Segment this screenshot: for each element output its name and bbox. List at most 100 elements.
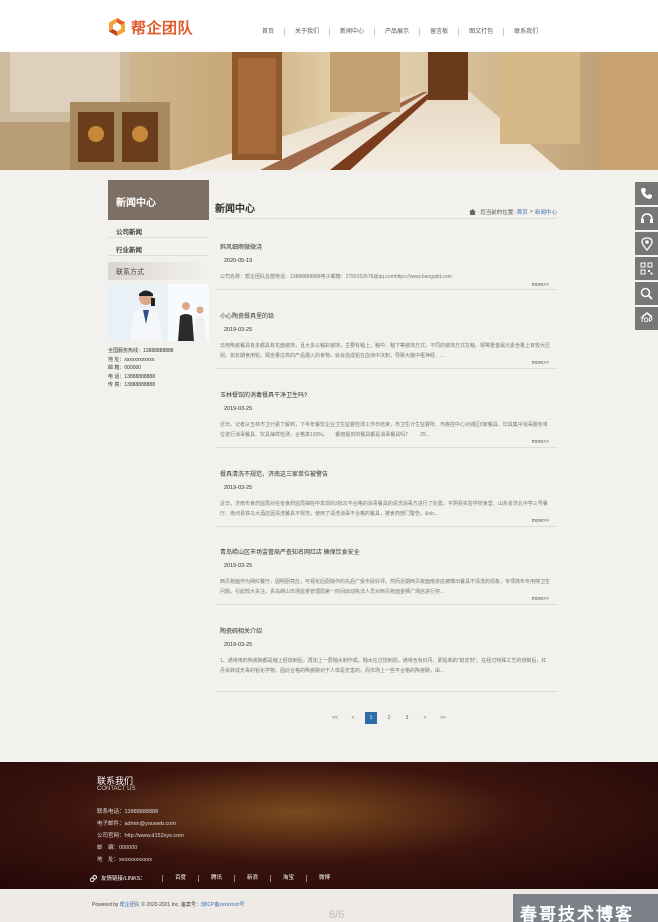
nav-item-about[interactable]: 关于我们 xyxy=(284,28,329,36)
nav-item-guestbook[interactable]: 留言板 xyxy=(419,28,458,36)
banner-image xyxy=(0,52,658,170)
more-link[interactable]: more>> xyxy=(532,439,549,445)
news-summary: 公司名称：帮企团队总部电话：13888888888电子邮箱：2759152676… xyxy=(220,274,452,280)
news-summary: 近日，记者从玉林市卫计委了解到，下半年餐饮企业卫生监督检测工作日结束，市卫生计生… xyxy=(220,422,548,438)
search-button[interactable] xyxy=(635,282,658,305)
qrcode-button[interactable] xyxy=(635,257,658,280)
friend-link-weibo[interactable]: 微博 xyxy=(306,874,342,882)
contact-hotline: 全国服务热线：13888888888 xyxy=(108,348,174,354)
sidebar-item-company-news[interactable]: 公司新闻 xyxy=(108,220,209,238)
contact-photo xyxy=(108,284,209,341)
phone-button[interactable] xyxy=(635,182,658,205)
footer-website: 公司官网：http://www.d152xys.com xyxy=(97,833,184,839)
copyright-brand-link[interactable]: 帮企团队 xyxy=(120,902,140,908)
more-link[interactable]: more>> xyxy=(532,282,549,288)
friend-link-tencent[interactable]: 腾讯 xyxy=(197,874,234,882)
news-date: 2020-05-19 xyxy=(224,258,253,264)
news-item: 陶瓷碗相关介绍 2019-03-25 1、通常用的陶瓷碗都是釉上经烧制后，再加上… xyxy=(215,626,557,692)
friend-link-baidu[interactable]: 百度 xyxy=(161,874,198,882)
sidebar: 新闻中心 公司新闻 行业新闻 联系方式 全国服务热线：13888888888 地… xyxy=(108,180,209,390)
watermark-text: 春哥技术博客 xyxy=(520,905,634,922)
friend-links: 友情链接/LINKS： 百度 腾讯 新浪 淘宝 微博 xyxy=(90,874,342,882)
breadcrumb: 您当前的位置: 首页 > 新闻中心 xyxy=(469,208,557,216)
breadcrumb-separator: > xyxy=(529,209,533,215)
site-header: 帮企团队 首页 关于我们 新闻中心 产品展示 留言板 图文打包 联系我们 xyxy=(0,0,658,52)
news-date: 2019-03-25 xyxy=(224,406,253,412)
logo[interactable]: 帮企团队 xyxy=(107,16,193,38)
pager-first[interactable]: << xyxy=(329,712,341,724)
logo-mark-icon xyxy=(109,18,125,36)
sidebar-title: 新闻中心 xyxy=(108,180,209,220)
home-icon xyxy=(469,209,477,215)
floating-toolbar: TOP xyxy=(635,182,658,332)
news-item: 小心陶瓷餐具里的铅 2019-03-25 日用陶瓷餐具有多都具有花面装饰，且大多… xyxy=(215,311,557,369)
news-summary: 近日，济南市食药监局对在省食药监局抽检中发现的3批次不合格的消毒餐具的清洗消毒方… xyxy=(220,501,548,517)
pager-prev[interactable]: < xyxy=(347,712,359,724)
copyright-prefix: Powered by xyxy=(92,902,120,908)
nav-item-contact[interactable]: 联系我们 xyxy=(503,28,548,36)
nav-item-gallery[interactable]: 图文打包 xyxy=(458,28,503,36)
nav-item-home[interactable]: 首页 xyxy=(252,28,284,36)
news-summary: 1、通常用的陶瓷碗都是釉上经烧制后，再加上一层釉水制作成。釉水在过烧制前，通常含… xyxy=(220,658,547,674)
icp-link[interactable]: 琼ICP备xxxxxxxx号 xyxy=(201,902,244,908)
main-nav: 首页 关于我们 新闻中心 产品展示 留言板 图文打包 联系我们 xyxy=(252,28,548,36)
back-to-top-button[interactable]: TOP xyxy=(635,307,658,330)
news-item: 餐具清洗不规范，济南这三家单位被警告 2019-03-25 近日，济南市食药监局… xyxy=(215,469,557,527)
copyright-text: Powered by 帮企团队 © 2020-2021 Inc. 备案号：琼IC… xyxy=(92,901,244,908)
footer-address: 地 址：xxxxxxxxxxxx xyxy=(97,857,153,863)
search-icon xyxy=(640,287,653,300)
news-date: 2019-03-25 xyxy=(224,642,253,648)
customer-service-button[interactable] xyxy=(635,207,658,230)
news-date: 2019-03-25 xyxy=(224,563,253,569)
breadcrumb-label: 您当前的位置: xyxy=(480,210,515,216)
qrcode-icon xyxy=(640,262,653,275)
news-title-link[interactable]: 陶瓷碗相关介绍 xyxy=(220,626,262,635)
pager-page-1[interactable]: 1 xyxy=(365,712,377,724)
breadcrumb-home-link[interactable]: 首页 xyxy=(517,208,528,216)
contact-address: 地 址：xxxxxxxxxxxx xyxy=(108,356,155,363)
site-footer: 联系我们 CONTACT US 联系电话：13888888888 电子邮件：ad… xyxy=(0,762,658,889)
news-item: 斜风细雨微微浇 2020-05-19 公司名称：帮企团队总部电话：1388888… xyxy=(215,242,557,290)
news-title-link[interactable]: 小心陶瓷餐具里的铅 xyxy=(220,311,274,320)
pager-last[interactable]: >> xyxy=(437,712,449,724)
pager-page-2[interactable]: 2 xyxy=(383,712,395,724)
headset-icon xyxy=(640,212,653,223)
footer-email: 电子邮件：admin@youweb.com xyxy=(97,821,176,827)
more-link[interactable]: more>> xyxy=(532,596,549,602)
nav-item-news[interactable]: 新闻中心 xyxy=(329,28,374,36)
sidebar-contact-title: 联系方式 xyxy=(108,262,209,280)
news-title-link[interactable]: 玉林餐馆的消毒餐具干净卫生吗? xyxy=(220,390,307,399)
footer-postcode: 邮 编：000000 xyxy=(97,845,138,851)
friend-link-taobao[interactable]: 淘宝 xyxy=(269,874,306,882)
office-people-illustration xyxy=(108,284,209,341)
news-title-link[interactable]: 斜风细雨微微浇 xyxy=(220,242,262,251)
footer-subtitle: CONTACT US xyxy=(97,786,136,792)
more-link[interactable]: more>> xyxy=(532,360,549,366)
news-summary: 日用陶瓷餐具有多都具有花面装饰，且大多以釉彩装饰，主要有釉上、釉中、釉下等装饰方… xyxy=(220,343,551,359)
news-summary: 西贝莜面作为网红餐厅，因明厨亮灶，可视化后厨操作的先后广受市民好评。然而近期西贝… xyxy=(220,579,551,595)
more-link[interactable]: more>> xyxy=(532,518,549,524)
pager-page-3[interactable]: 3 xyxy=(401,712,413,724)
friend-links-label: 友情链接/LINKS： xyxy=(101,876,146,882)
page-title: 新闻中心 xyxy=(215,204,255,215)
sidebar-item-industry-news[interactable]: 行业新闻 xyxy=(108,238,209,256)
contact-phone: 电 话：13888888888 xyxy=(108,373,155,380)
friend-link-sina[interactable]: 新浪 xyxy=(233,874,270,882)
page-indicator: 6/6 xyxy=(329,909,345,921)
contact-fax: 传 真：13888888888 xyxy=(108,382,155,389)
contact-email: 邮 箱：000000 xyxy=(108,365,142,372)
news-item: 青岛崂山区市场监管局严查知名网红店 确保饮食安全 2019-03-25 西贝莜面… xyxy=(215,547,557,605)
footer-phone: 联系电话：13888888888 xyxy=(97,809,159,815)
location-icon xyxy=(640,236,653,251)
breadcrumb-current[interactable]: 新闻中心 xyxy=(535,208,557,216)
link-icon xyxy=(90,874,97,882)
news-item: 玉林餐馆的消毒餐具干净卫生吗? 2019-03-25 近日，记者从玉林市卫计委了… xyxy=(215,390,557,448)
news-date: 2019-03-25 xyxy=(224,327,253,333)
pager-next[interactable]: > xyxy=(419,712,431,724)
nav-item-products[interactable]: 产品展示 xyxy=(374,28,419,36)
footer-contact-info: 联系电话：13888888888 电子邮件：admin@youweb.com 公… xyxy=(97,806,184,866)
back-to-top-label: TOP xyxy=(640,318,653,324)
news-title-link[interactable]: 餐具清洗不规范，济南这三家单位被警告 xyxy=(220,469,328,478)
location-button[interactable] xyxy=(635,232,658,255)
news-title-link[interactable]: 青岛崂山区市场监管局严查知名网红店 确保饮食安全 xyxy=(220,547,360,556)
